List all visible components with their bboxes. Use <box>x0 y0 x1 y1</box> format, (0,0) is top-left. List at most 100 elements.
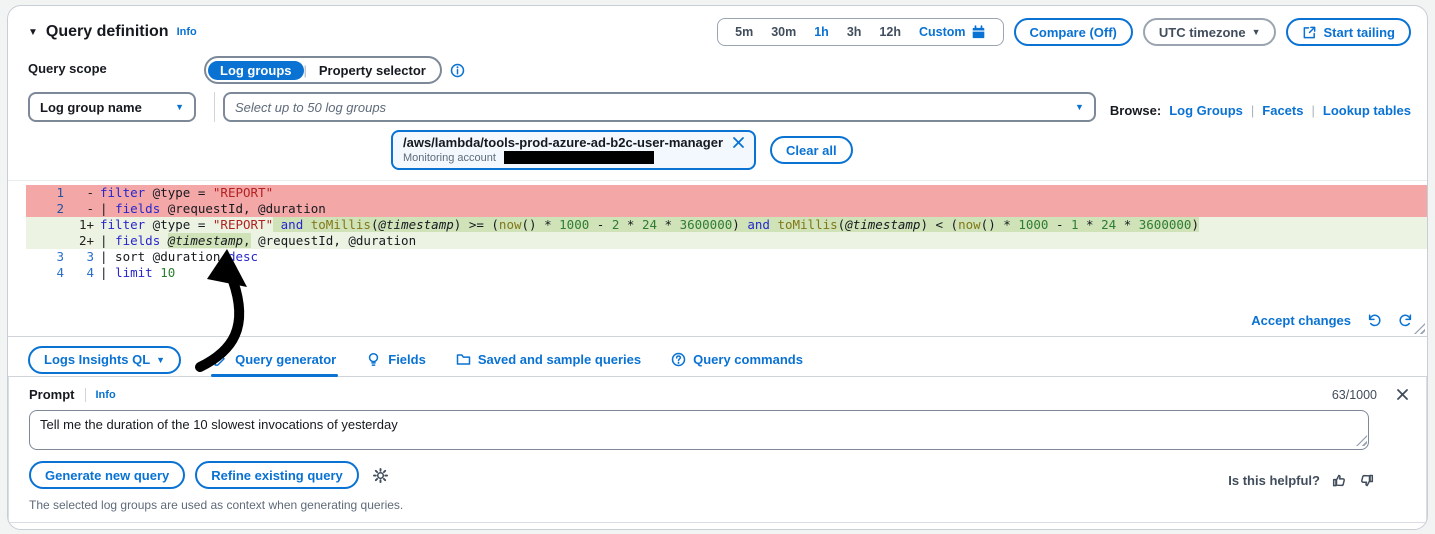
prompt-textarea[interactable]: Tell me the duration of the 10 slowest i… <box>29 410 1369 450</box>
page-title: Query definition <box>45 23 169 40</box>
collapse-caret-icon[interactable]: ▼ <box>28 27 38 38</box>
chevron-down-icon: ▼ <box>156 354 166 365</box>
line-number: 1 <box>56 185 64 200</box>
info-icon[interactable] <box>450 63 465 78</box>
line-number: 2 <box>56 201 64 216</box>
browse-link-lookup-tables[interactable]: Lookup tables <box>1323 103 1411 118</box>
editor-line[interactable]: 1 - filter @type = "REPORT" <box>26 185 1427 201</box>
time-range-group: 5m 30m 1h 3h 12h Custom <box>717 18 1004 46</box>
line-number <box>26 217 64 233</box>
folder-icon <box>456 352 471 367</box>
remove-chip-icon[interactable] <box>731 135 746 150</box>
question-circle-icon <box>671 352 686 367</box>
tab-query-commands[interactable]: Query commands <box>669 343 805 376</box>
header: ▼ Query definition Info 5m 30m 1h 3h 12h Cus… <box>8 6 1427 54</box>
bulb-icon <box>366 352 381 367</box>
char-counter: 63/1000 <box>1331 387 1377 402</box>
log-group-chip-name: /aws/lambda/tools-prod-azure-ad-b2c-user… <box>403 135 724 150</box>
code-text: | fields @requestId, @duration <box>100 201 326 216</box>
redo-icon[interactable] <box>1398 313 1413 328</box>
divider: | <box>1311 102 1315 118</box>
time-range-3h[interactable]: 3h <box>840 25 869 39</box>
query-language-dropdown[interactable]: Logs Insights QL ▼ <box>28 345 182 374</box>
line-number: 4 <box>86 265 94 280</box>
refine-existing-query-button[interactable]: Refine existing query <box>195 461 359 489</box>
editor-tabbar: Logs Insights QL ▼ Query generator Fields… <box>8 337 1427 377</box>
context-helper-text: The selected log groups are used as cont… <box>29 498 404 512</box>
chevron-down-icon: ▼ <box>1251 27 1261 37</box>
divider <box>214 92 215 122</box>
tab-query-generator[interactable]: Query generator <box>211 343 339 377</box>
editor-line[interactable]: 2 - | fields @requestId, @duration <box>26 201 1427 217</box>
accept-changes-link[interactable]: Accept changes <box>1251 313 1351 328</box>
monitoring-account-label: Monitoring account <box>403 151 496 164</box>
code-text: | limit 10 <box>100 265 176 280</box>
query-generator-panel: Prompt Info 63/1000 Tell me the duration… <box>8 377 1427 523</box>
header-info-link[interactable]: Info <box>177 26 197 38</box>
editor-line[interactable]: 3 3 | sort @duration desc <box>26 249 1427 265</box>
line-number: - <box>86 185 94 200</box>
thumbs-down-icon[interactable] <box>1359 473 1374 488</box>
tab-fields[interactable]: Fields <box>364 343 428 376</box>
tab-label: Query generator <box>235 352 337 367</box>
tab-saved-and-sample-queries[interactable]: Saved and sample queries <box>454 343 643 376</box>
tab-label: Saved and sample queries <box>477 352 642 367</box>
time-range-5m[interactable]: 5m <box>728 25 760 39</box>
code-text: | fields @timestamp, @requestId, @durati… <box>100 233 417 248</box>
divider <box>84 387 86 402</box>
tab-label: Query commands <box>693 352 803 367</box>
line-number: 3 <box>86 249 94 264</box>
query-scope-section: Query scope Log groups | Property selector… <box>8 54 1427 170</box>
line-number: 4 <box>56 265 64 280</box>
line-number: 1+ <box>78 217 94 232</box>
prompt-label: Prompt <box>29 387 75 402</box>
close-icon[interactable] <box>1395 387 1410 402</box>
time-range-custom[interactable]: Custom <box>912 24 993 40</box>
editor-line[interactable]: 4 4 | limit 10 <box>26 265 1427 281</box>
code-text: filter @type = "REPORT" and toMillis(@ti… <box>100 217 1199 232</box>
footer-actions: Run query Cancel Save Schedule query ▼ H… <box>8 523 1427 529</box>
log-group-search-input[interactable]: Select up to 50 log groups ▼ <box>223 92 1096 122</box>
undo-icon[interactable] <box>1367 313 1382 328</box>
browse-links: Browse: Log Groups | Facets | Lookup tables <box>1109 102 1411 118</box>
line-number <box>26 233 64 249</box>
editor-resize-handle[interactable] <box>1414 323 1425 334</box>
external-link-icon <box>1302 25 1317 40</box>
tab-label: Fields <box>388 352 426 367</box>
divider: | <box>1250 102 1255 118</box>
clear-all-button[interactable]: Clear all <box>770 136 853 164</box>
scope-toggle-property-selector[interactable]: Property selector <box>307 61 438 80</box>
generate-new-query-button[interactable]: Generate new query <box>29 461 186 489</box>
calendar-icon <box>971 24 986 40</box>
line-number: 2+ <box>78 233 94 248</box>
line-number: 3 <box>56 249 64 264</box>
chevron-down-icon[interactable]: ▼ <box>1075 102 1084 112</box>
query-scope-label: Query scope <box>28 61 107 76</box>
start-tailing-button[interactable]: Start tailing <box>1286 18 1411 46</box>
thumbs-up-icon[interactable] <box>1332 473 1347 488</box>
code-text: filter @type = "REPORT" <box>100 185 274 200</box>
gear-icon[interactable] <box>372 467 388 483</box>
scope-toggle: Log groups | Property selector <box>204 56 442 84</box>
scope-toggle-log-groups[interactable]: Log groups <box>208 60 304 80</box>
browse-link-log-groups[interactable]: Log Groups <box>1169 103 1243 118</box>
redacted-account-id <box>503 151 654 164</box>
log-group-name-select[interactable]: Log group name ▼ <box>28 92 196 122</box>
helpful-label: Is this helpful? <box>1228 473 1320 488</box>
editor-line[interactable]: 2+ | fields @timestamp, @requestId, @dura… <box>26 233 1427 249</box>
timezone-dropdown[interactable]: UTC timezone ▼ <box>1142 18 1277 46</box>
time-range-1h[interactable]: 1h <box>807 25 836 39</box>
prompt-info-link[interactable]: Info <box>96 389 116 401</box>
pencil-sparkle-icon <box>213 352 228 367</box>
selected-log-group-chip: /aws/lambda/tools-prod-azure-ad-b2c-user… <box>391 130 757 170</box>
chevron-down-icon: ▼ <box>175 102 184 112</box>
browse-link-facets[interactable]: Facets <box>1262 103 1303 118</box>
line-number: - <box>86 201 94 216</box>
time-range-12h[interactable]: 12h <box>872 25 908 39</box>
editor-line[interactable]: 1+ filter @type = "REPORT" and toMillis(@… <box>26 217 1427 233</box>
time-range-30m[interactable]: 30m <box>764 25 803 39</box>
query-definition-panel: ▼ Query definition Info 5m 30m 1h 3h 12h Cus… <box>7 5 1428 530</box>
code-text: | sort @duration desc <box>100 249 259 264</box>
compare-button[interactable]: Compare (Off) <box>1013 18 1133 46</box>
query-editor[interactable]: 1 - filter @type = "REPORT" 2 - | fields @req… <box>8 180 1427 337</box>
